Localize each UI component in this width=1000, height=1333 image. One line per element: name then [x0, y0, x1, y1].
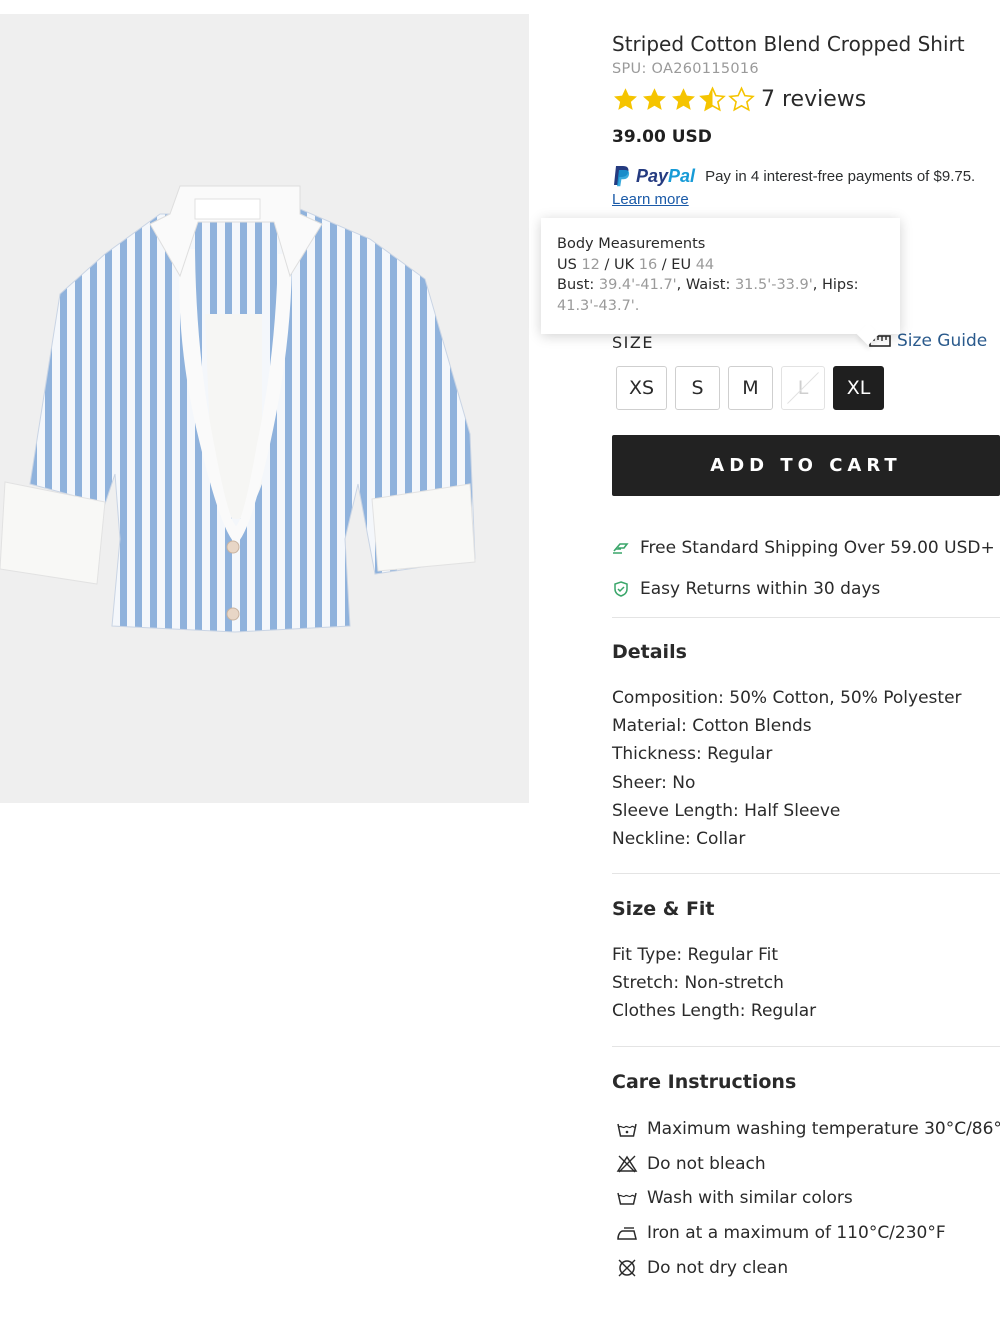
- paypal-message: Pay in 4 interest-free payments of $9.75…: [705, 167, 976, 185]
- paypal-logo-icon: [614, 166, 630, 187]
- no-bleach-icon: [616, 1155, 638, 1173]
- divider: [612, 873, 1000, 874]
- size-option-l[interactable]: L: [781, 366, 825, 410]
- perk-returns: Easy Returns within 30 days: [612, 579, 880, 599]
- star-full-icon: [643, 88, 666, 110]
- star-full-icon: [672, 88, 695, 110]
- tooltip-eu-value: 44: [695, 256, 715, 273]
- size-guide-label: Size Guide: [897, 331, 988, 351]
- product-spu: SPU: OA260115016: [612, 61, 759, 77]
- size-fit-line: Fit Type: Regular Fit: [612, 945, 779, 965]
- paypal-word-pay: Pay: [636, 165, 669, 186]
- divider: [612, 1046, 1000, 1047]
- details-line: Composition: 50% Cotton, 50% Polyester: [612, 688, 962, 708]
- paypal-wordmark: PayPal: [636, 166, 695, 187]
- details-line: Thickness: Regular: [612, 744, 773, 765]
- product-title: Striped Cotton Blend Cropped Shirt: [612, 32, 965, 56]
- size-option-s[interactable]: S: [675, 366, 720, 410]
- care-item-text: Do not dry clean: [647, 1257, 789, 1278]
- tooltip-bust-value: 39.4'-41.7': [598, 277, 677, 293]
- care-item: Iron at a maximum of 110°C/230°F: [612, 1216, 1000, 1251]
- care-item: Maximum washing temperature 30°C/86°F: [612, 1112, 1000, 1147]
- add-to-cart-button[interactable]: ADD TO CART: [612, 435, 1000, 496]
- details-line: Neckline: Collar: [612, 829, 746, 850]
- star-rating: [612, 86, 755, 113]
- size-option-xs[interactable]: XS: [616, 366, 667, 410]
- product-image[interactable]: [0, 14, 529, 803]
- size-guide-link[interactable]: Size Guide: [869, 331, 987, 351]
- care-item: Do not dry clean: [612, 1250, 1000, 1285]
- wash-30-icon: [617, 1124, 637, 1138]
- iron-icon: [617, 1227, 637, 1240]
- care-item-text: Iron at a maximum of 110°C/230°F: [647, 1223, 946, 1244]
- tooltip-bust-label: Bust:: [557, 277, 595, 293]
- care-item-text: Do not bleach: [647, 1153, 766, 1174]
- size-fit-line: Stretch: Non-stretch: [612, 973, 784, 994]
- divider: [612, 617, 1000, 618]
- details-line: Sleeve Length: Half Sleeve: [612, 800, 841, 821]
- tooltip-title: Body Measurements: [557, 236, 706, 252]
- perk-returns-text: Easy Returns within 30 days: [640, 579, 881, 599]
- tooltip-sizes: US 12 / UK 16 / EU 44: [557, 255, 884, 276]
- details-list: Composition: 50% Cotton, 50% Polyester M…: [612, 684, 962, 853]
- details-title: Details: [612, 641, 687, 663]
- care-item-text: Wash with similar colors: [647, 1188, 853, 1209]
- details-line: Material: Cotton Blends: [612, 716, 812, 737]
- paypal-word-pal: Pal: [668, 165, 696, 186]
- tooltip-hips-value: 41.3'-43.7'.: [557, 297, 640, 314]
- paypal-learn-more-link[interactable]: Learn more: [612, 191, 689, 208]
- details-line: Sheer: No: [612, 772, 696, 793]
- star-full-icon: [614, 88, 637, 110]
- product-price: 39.00 USD: [612, 127, 712, 147]
- rating-row[interactable]: 7 reviews: [612, 86, 866, 113]
- tooltip-waist-label: Waist:: [685, 277, 731, 293]
- tooltip-us-label: US: [557, 256, 577, 273]
- care-list: Maximum washing temperature 30°C/86°F Do…: [612, 1112, 1000, 1285]
- no-dry-clean-icon: [618, 1259, 636, 1277]
- tooltip-uk-value: 16: [638, 256, 658, 273]
- care-title: Care Instructions: [612, 1071, 797, 1093]
- tooltip-measurements: Bust: 39.4'-41.7', Waist: 31.5'-33.9', H…: [557, 277, 859, 314]
- care-item-text: Maximum washing temperature 30°C/86°F: [647, 1119, 1000, 1140]
- care-item: Do not bleach: [612, 1147, 1000, 1182]
- tooltip-eu-label: EU: [671, 256, 692, 273]
- tooltip-separator: /: [604, 256, 610, 273]
- perk-shipping: Free Standard Shipping Over 59.00 USD+: [612, 538, 995, 558]
- tooltip-uk-label: UK: [614, 256, 635, 273]
- size-fit-list: Fit Type: Regular Fit Stretch: Non-stret…: [612, 941, 816, 1026]
- size-option-xl[interactable]: XL: [833, 366, 884, 410]
- paypal-banner: PayPal Pay in 4 interest-free payments o…: [612, 165, 975, 187]
- star-half-icon: [699, 86, 726, 112]
- size-option-m[interactable]: M: [728, 366, 773, 410]
- tooltip-separator: /: [661, 256, 667, 273]
- size-label: SIZE: [612, 333, 654, 352]
- size-fit-line: Clothes Length: Regular: [612, 1001, 817, 1022]
- tooltip-hips-label: Hips:: [821, 277, 859, 293]
- shipping-icon: [613, 543, 629, 554]
- body-measurements-tooltip: Body Measurements US 12 / UK 16 / EU 44 …: [541, 218, 900, 334]
- shirt-illustration: [0, 185, 476, 633]
- care-item: Wash with similar colors: [612, 1181, 1000, 1216]
- tooltip-waist-value: 31.5'-33.9': [734, 277, 813, 293]
- perk-shipping-text: Free Standard Shipping Over 59.00 USD+: [640, 538, 995, 558]
- star-empty-icon: [728, 86, 755, 112]
- tooltip-us-value: 12: [581, 256, 600, 273]
- shield-check-icon: [614, 581, 628, 597]
- reviews-link[interactable]: 7 reviews: [761, 87, 866, 112]
- wash-tub-icon: [617, 1193, 637, 1206]
- size-selector: XS S M L XL: [616, 366, 884, 410]
- size-fit-title: Size & Fit: [612, 898, 715, 920]
